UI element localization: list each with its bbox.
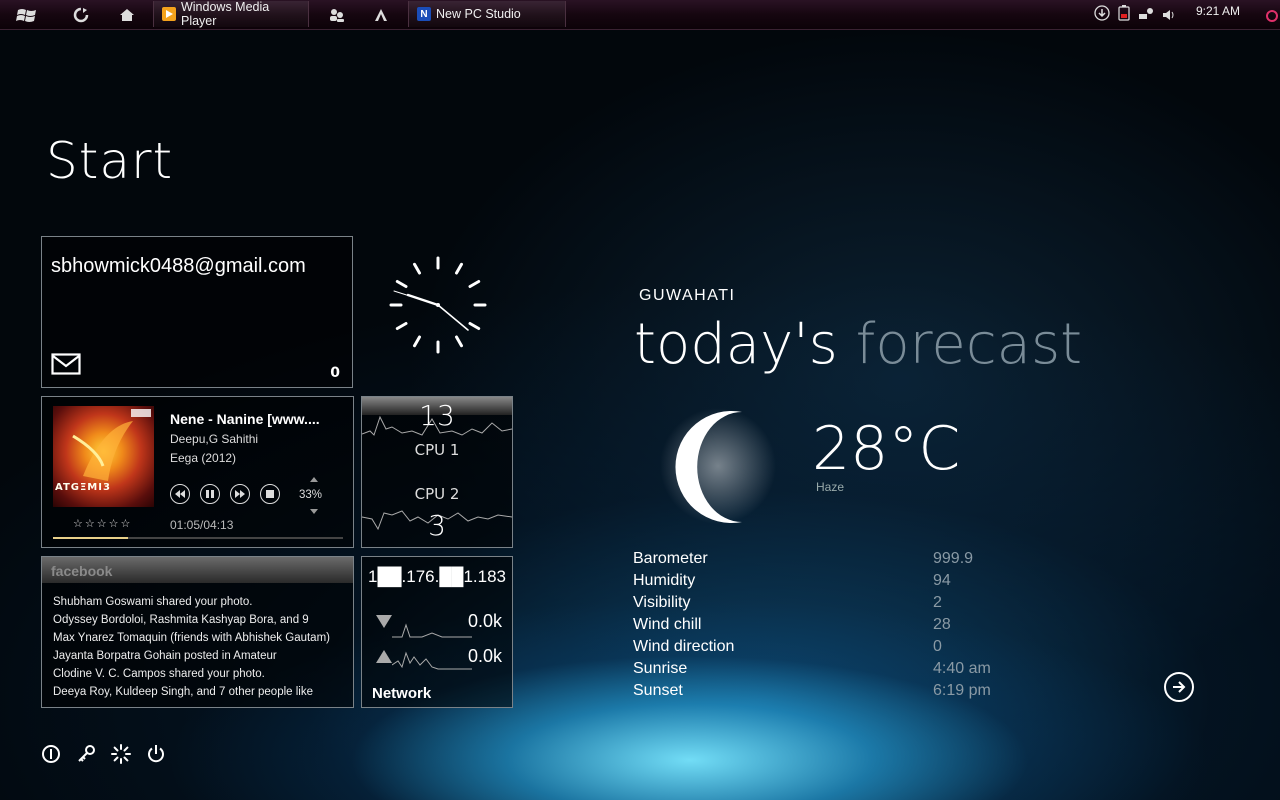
upload-rate: 0.0k	[467, 646, 502, 666]
weather-detail-label: Wind chill	[633, 616, 702, 633]
power-icon[interactable]	[146, 744, 166, 764]
upload-graph	[392, 651, 472, 670]
pc-studio-icon: N	[417, 7, 431, 21]
temperature: 28°C	[812, 414, 961, 484]
forecast-heading-main: today's	[634, 312, 838, 377]
key-icon[interactable]	[76, 744, 96, 764]
playback-time: 01:05/04:13	[170, 518, 234, 532]
weather-detail-value: 0	[933, 638, 942, 655]
mail-count: 0	[330, 365, 340, 381]
cpu1-label: CPU 1	[414, 441, 460, 459]
weather-detail-value: 2	[933, 594, 942, 611]
forecast-heading: today's forecast	[634, 312, 1082, 377]
next-arrow-button[interactable]	[1164, 672, 1194, 702]
facebook-title: facebook	[51, 563, 113, 579]
facebook-feed: Shubham Goswami shared your photo. Odyss…	[53, 593, 330, 701]
song-title: Nene - Nanine [www....	[170, 411, 320, 427]
bottom-toolbar	[41, 744, 166, 764]
list-item[interactable]: Max Ynarez Tomaquin (friends with Abhish…	[53, 629, 330, 647]
weather-condition: Haze	[816, 480, 845, 494]
volume-icon[interactable]	[1162, 6, 1176, 25]
cpu2-value: 3	[428, 509, 446, 542]
mail-tile[interactable]: sbhowmick0488@gmail.com 0	[41, 236, 353, 388]
taskbar-item-media-player[interactable]: Windows Media Player	[153, 0, 309, 28]
mail-icon	[51, 353, 81, 379]
list-item[interactable]: Deeya Roy, Kuldeep Singh, and 7 other pe…	[53, 683, 330, 701]
media-player-icon	[162, 7, 176, 21]
taskbar-item-label: Windows Media Player	[180, 0, 270, 28]
ip-address: 1██.176.██1.183	[368, 567, 506, 586]
song-album: Eega (2012)	[170, 451, 237, 465]
facebook-header: facebook	[42, 557, 353, 583]
download-graph	[392, 623, 472, 638]
system-icon[interactable]	[1266, 7, 1278, 26]
taskbar-clock[interactable]: 9:21 AM	[1196, 4, 1240, 18]
weather-detail-label: Wind direction	[633, 638, 735, 655]
list-item[interactable]: Clodine V. C. Campos shared your photo.	[53, 665, 330, 683]
weather-detail-value: 28	[933, 616, 951, 633]
weather-detail-label: Humidity	[633, 572, 696, 589]
facebook-tile[interactable]: facebook Shubham Goswami shared your pho…	[41, 556, 354, 708]
download-icon[interactable]	[1094, 5, 1110, 25]
network-tray-icon[interactable]	[1138, 6, 1154, 25]
refresh-icon[interactable]	[70, 3, 92, 26]
playback-progress[interactable]	[53, 537, 343, 539]
weather-detail-value: 4:40 am	[933, 660, 991, 677]
users-icon[interactable]	[326, 3, 348, 26]
weather-detail-value: 94	[933, 572, 951, 589]
taskbar-item-label: New PC Studio	[436, 7, 521, 21]
weather-detail-label: Visibility	[633, 594, 691, 611]
volume-down-icon[interactable]	[310, 509, 318, 514]
list-item[interactable]: Odyssey Bordoloi, Rashmita Kashyap Bora,…	[53, 611, 330, 629]
volume-up-icon[interactable]	[310, 477, 318, 482]
moon-icon	[650, 404, 780, 538]
analog-clock	[388, 255, 488, 359]
network-meter-tile: 1██.176.██1.183 0.0k 0.0k Network	[361, 556, 513, 708]
battery-icon[interactable]	[1118, 5, 1130, 25]
arrow-right-icon	[1173, 681, 1186, 693]
stop-button[interactable]	[260, 484, 280, 504]
album-art-text: ATGΞMI3	[55, 482, 111, 493]
taskbar-item-pc-studio[interactable]: N New PC Studio	[408, 1, 566, 27]
weather-detail-label: Barometer	[633, 550, 708, 567]
playback-progress-fill	[53, 537, 129, 539]
network-label: Network	[372, 685, 432, 702]
system-tray	[1094, 5, 1176, 25]
home-icon[interactable]	[116, 3, 138, 26]
weather-detail-label: Sunrise	[633, 660, 688, 677]
media-player-tile[interactable]: ATGΞMI3 Nene - Nanine [www.... Deepu,G S…	[41, 396, 354, 548]
forecast-heading-dim: forecast	[855, 312, 1083, 377]
weather-city: GUWAHATI	[639, 287, 736, 304]
weather-detail-value: 999.9	[933, 550, 974, 567]
download-arrow-icon	[376, 615, 392, 628]
windows-start-icon[interactable]	[14, 3, 40, 26]
cpu1-value: 13	[419, 399, 455, 432]
album-art: ATGΞMI3	[53, 406, 154, 507]
list-item[interactable]: Jayanta Borpatra Gohain posted in Amateu…	[53, 647, 330, 665]
mail-address: sbhowmick0488@gmail.com	[51, 255, 306, 277]
page-title: Start	[46, 132, 174, 190]
rating-stars[interactable]: ☆☆☆☆☆	[73, 517, 132, 530]
weather-detail-label: Sunset	[633, 682, 683, 699]
song-artist: Deepu,G Sahithi	[170, 432, 259, 446]
loading-spinner-icon[interactable]	[111, 744, 131, 764]
volume-level: 33%	[299, 489, 323, 501]
list-item[interactable]: Shubham Goswami shared your photo.	[53, 593, 330, 611]
adobe-icon[interactable]	[370, 3, 392, 26]
upload-arrow-icon	[376, 650, 392, 663]
fast-forward-button[interactable]	[230, 484, 250, 504]
download-rate: 0.0k	[467, 611, 502, 631]
pause-button[interactable]	[200, 484, 220, 504]
weather-detail-value: 6:19 pm	[933, 682, 991, 699]
rewind-button[interactable]	[170, 484, 190, 504]
taskbar: Windows Media Player N New PC Studio 9:2…	[0, 0, 1280, 30]
info-icon[interactable]	[41, 744, 61, 764]
cpu-meter-tile: 13 CPU 1 CPU 2 3	[361, 396, 513, 548]
